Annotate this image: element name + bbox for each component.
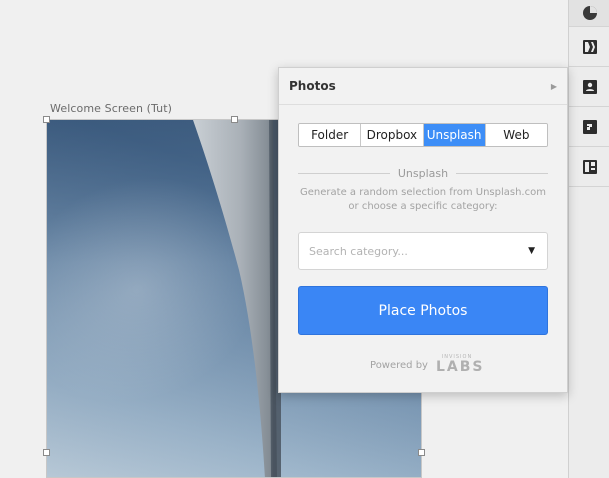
invision-labs-logo: INVISION LABS: [435, 354, 485, 376]
divider-line-left: [298, 172, 390, 174]
toolbar-user-card-button[interactable]: [569, 67, 609, 107]
tab-dropbox[interactable]: Dropbox: [361, 124, 424, 146]
photos-panel: Photos ▶ Folder Dropbox Unsplash Web Uns…: [278, 67, 568, 393]
section-label: Unsplash: [397, 166, 449, 180]
toolbar-pie-button[interactable]: [569, 0, 609, 27]
section-description: Generate a random selection from Unsplas…: [300, 187, 546, 212]
layout-icon: [582, 159, 597, 174]
resize-handle-top-middle[interactable]: [231, 116, 238, 123]
pie-chart-icon: [582, 6, 597, 20]
tab-unsplash[interactable]: Unsplash: [423, 124, 486, 146]
artboard-label[interactable]: Welcome Screen (Tut): [50, 102, 172, 115]
panel-title: Photos: [289, 79, 336, 93]
quote-icon: [582, 119, 597, 134]
toolbar-quote-button[interactable]: [569, 107, 609, 147]
powered-by-text: Powered by: [370, 359, 428, 371]
panel-expand-arrow-icon[interactable]: ▶: [551, 82, 557, 91]
search-category-placeholder: Search category...: [309, 244, 408, 258]
section-divider: Unsplash: [298, 166, 548, 180]
chevron-down-icon: ▼: [528, 246, 535, 256]
user-card-icon: [582, 79, 597, 94]
toolbar-split-button[interactable]: [569, 27, 609, 67]
toolbar-layout-button[interactable]: [569, 147, 609, 187]
split-icon: [582, 39, 597, 54]
source-tabs: Folder Dropbox Unsplash Web: [298, 123, 548, 147]
resize-handle-top-left[interactable]: [43, 116, 50, 123]
divider-line-right: [456, 172, 548, 174]
tab-web[interactable]: Web: [485, 124, 547, 146]
resize-handle-bottom-left[interactable]: [43, 449, 50, 456]
powered-by-footer: Powered by INVISION LABS: [279, 353, 569, 377]
tab-folder[interactable]: Folder: [299, 124, 362, 146]
logo-big-text: LABS: [435, 359, 485, 375]
right-toolbar: [568, 0, 609, 478]
place-photos-button[interactable]: Place Photos: [298, 286, 548, 335]
panel-header: Photos ▶: [279, 68, 567, 105]
search-category-select[interactable]: Search category... ▼: [298, 232, 548, 270]
resize-handle-bottom-right[interactable]: [418, 449, 425, 456]
